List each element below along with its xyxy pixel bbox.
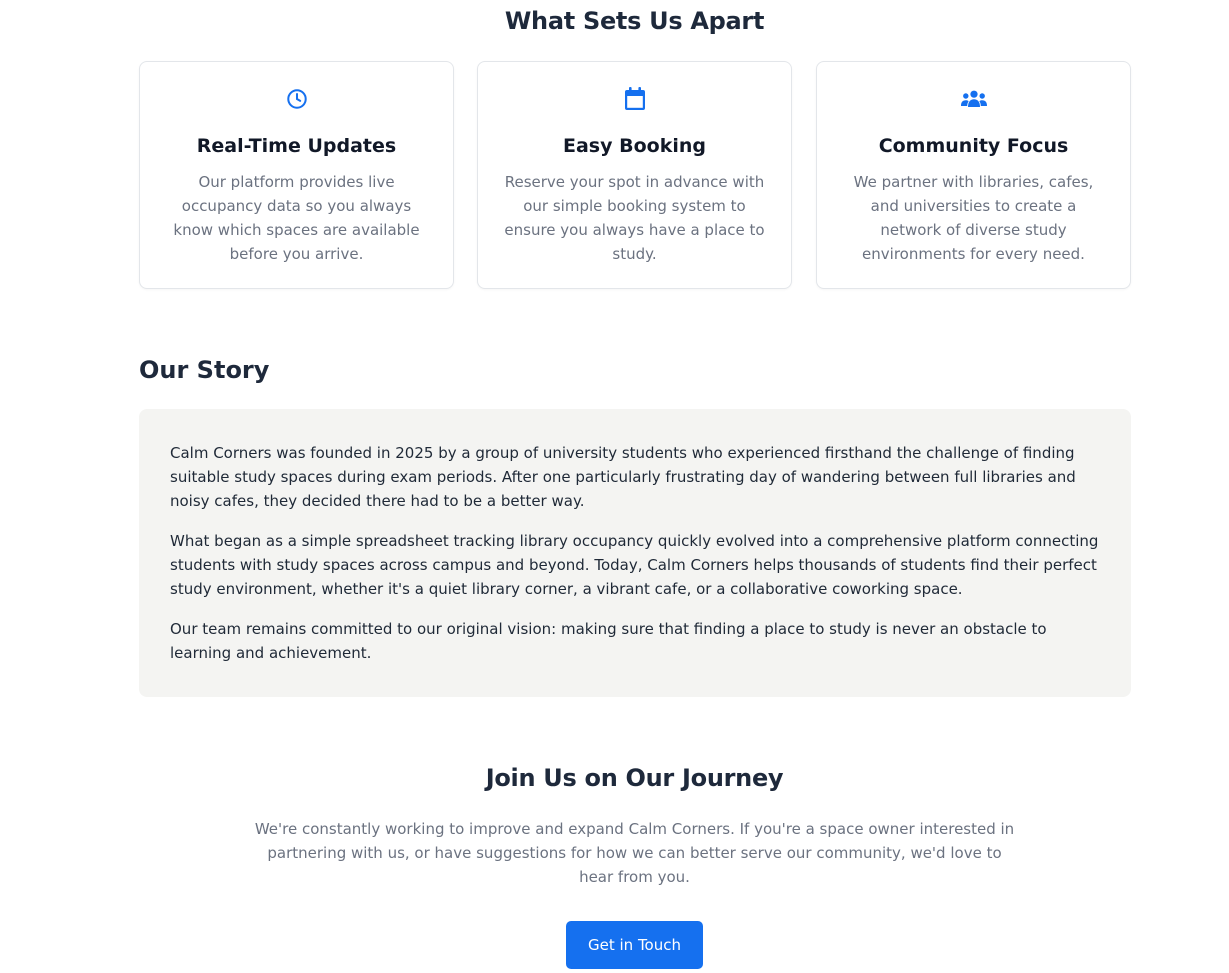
feature-card-real-time-updates: Real-Time Updates Our platform provides …	[139, 61, 454, 289]
feature-card-text: Our platform provides live occupancy dat…	[173, 173, 420, 263]
clock-icon	[140, 87, 453, 111]
feature-card-easy-booking: Easy Booking Reserve your spot in advanc…	[477, 61, 792, 289]
story-title: Our Story	[139, 356, 270, 384]
about-page: What Sets Us Apart Real-Time Updates Our…	[0, 0, 1229, 973]
feature-card-text: Reserve your spot in advance with our si…	[504, 173, 765, 263]
users-icon	[817, 87, 1130, 111]
story-paragraph: Calm Corners was founded in 2025 by a gr…	[170, 444, 1076, 510]
story-paragraph: What began as a simple spreadsheet track…	[170, 532, 1099, 598]
calendar-icon	[478, 87, 791, 111]
get-in-touch-button[interactable]: Get in Touch	[566, 921, 703, 969]
story-paragraph: Our team remains committed to our origin…	[170, 620, 1047, 662]
story-panel: Calm Corners was founded in 2025 by a gr…	[139, 409, 1131, 697]
feature-card-title: Real-Time Updates	[196, 135, 397, 157]
feature-card-title: Community Focus	[878, 135, 1069, 157]
feature-card-title: Easy Booking	[563, 135, 706, 157]
feature-card-text: We partner with libraries, cafes, and un…	[853, 173, 1094, 263]
join-text: We're constantly working to improve and …	[254, 820, 1015, 886]
features-title: What Sets Us Apart	[504, 7, 765, 35]
join-title: Join Us on Our Journey	[485, 764, 784, 792]
feature-card-community-focus: Community Focus We partner with librarie…	[816, 61, 1131, 289]
